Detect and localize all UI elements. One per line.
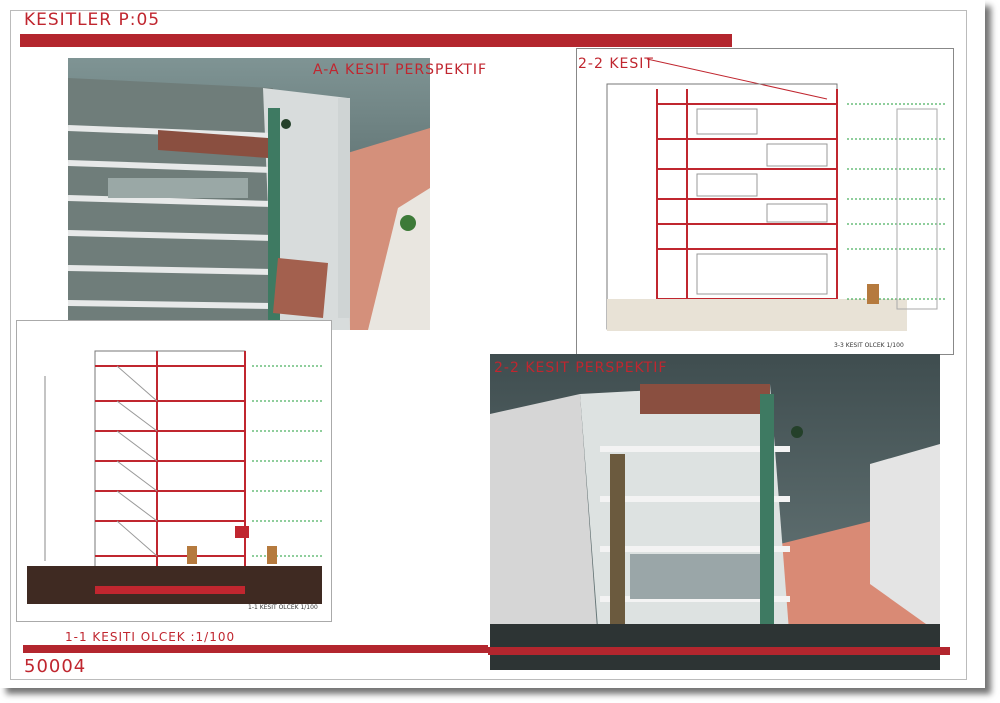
section-22-scale-label: 3-3 KESIT OLCEK 1/100	[834, 342, 904, 349]
footer-rule-left	[23, 645, 488, 653]
section-22-perspective-render	[490, 354, 940, 670]
aa-section-perspective-render	[68, 58, 430, 330]
footer-rule-right	[488, 647, 950, 655]
drawing-sheet: KESITLER P:05 A-A KESIT PERSPEKTIF 2-2 K…	[0, 0, 985, 688]
section-11-drawing	[16, 320, 332, 622]
perspective-22-label: 2-2 KESIT PERSPEKTIF	[494, 360, 668, 376]
section-11-scale-small-label: 1-1 KESIT OLCEK 1/100	[248, 604, 318, 611]
section-22-label: 2-2 KESIT	[578, 56, 654, 72]
section-22-drawing	[576, 48, 954, 355]
sheet-code: 50004	[24, 656, 87, 677]
sheet-title: KESITLER P:05	[24, 10, 161, 30]
header-title-bar	[20, 34, 732, 47]
aa-perspective-label: A-A KESIT PERSPEKTIF	[313, 62, 488, 78]
section-11-scale-label: 1-1 KESITI OLCEK :1/100	[65, 630, 236, 644]
